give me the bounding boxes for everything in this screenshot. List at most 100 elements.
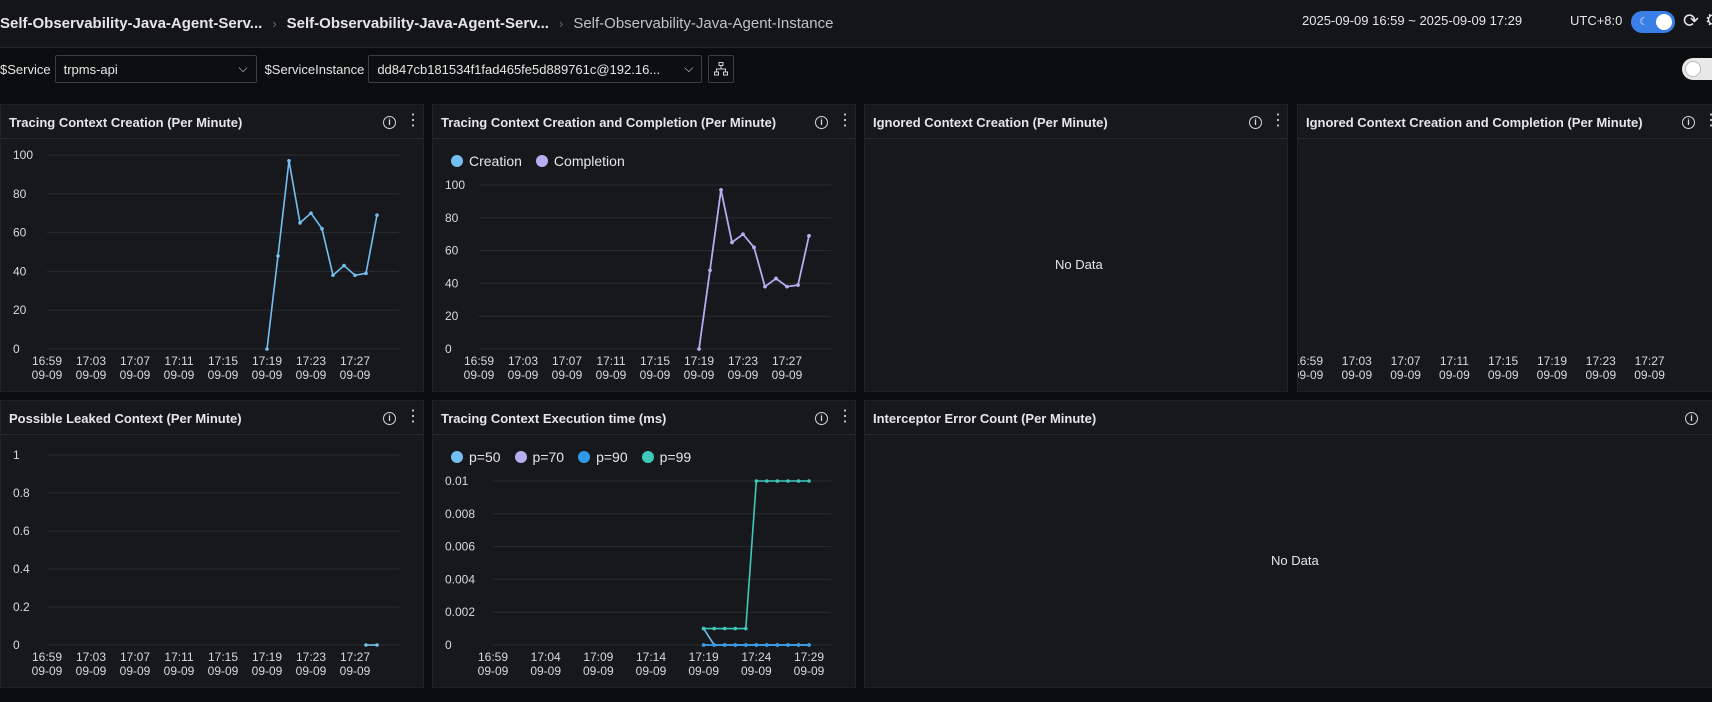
panel-title: Ignored Context Creation and Completion … (1306, 115, 1643, 130)
refresh-icon[interactable]: ⟳ (1683, 10, 1699, 33)
breadcrumb: Self-Observability-Java-Agent-Serv... › … (0, 15, 833, 32)
panel-possible-leaked-context: Possible Leaked Context (Per Minute) i ⋮… (0, 400, 424, 688)
y-tick-label: 0.4 (13, 562, 30, 576)
x-tick-date: 09-09 (1488, 368, 1519, 382)
data-point (342, 263, 346, 268)
info-icon[interactable]: i (383, 412, 396, 425)
panel-header: Tracing Context Execution time (ms) i ⋮ (433, 401, 855, 435)
info-icon[interactable]: i (815, 116, 828, 129)
chevron-down-icon: ⌵ (684, 61, 694, 75)
y-tick-label: 0.006 (445, 540, 475, 554)
hierarchy-button[interactable] (708, 55, 735, 83)
service-select[interactable]: trpms-api ⌵ (54, 55, 257, 83)
y-tick-label: 0.002 (445, 605, 475, 619)
info-icon[interactable]: i (1249, 116, 1262, 129)
instance-select[interactable]: dd847cb181534f1fad465fe5d889761c@192.16.… (368, 55, 703, 83)
x-tick-label: 17:15 (208, 354, 238, 368)
chart-p6: 00.0020.0040.0060.0080.0116:5909-0917:04… (445, 474, 831, 678)
kebab-menu-icon[interactable]: ⋮ (837, 409, 853, 425)
x-tick-date: 09-09 (640, 368, 671, 382)
info-icon[interactable]: i (1682, 116, 1695, 129)
breadcrumb-item-2[interactable]: Self-Observability-Java-Agent-Serv... (287, 15, 549, 32)
y-tick-label: 0.004 (445, 572, 475, 586)
kebab-menu-icon[interactable]: ⋮ (405, 113, 421, 129)
x-tick-label: 16:59 (32, 650, 62, 664)
data-point (375, 643, 379, 647)
data-point (722, 643, 727, 647)
x-tick-date: 09-09 (32, 368, 63, 382)
x-tick-date: 09-09 (478, 664, 509, 678)
moon-icon: ☾ (1639, 16, 1649, 28)
data-point (775, 479, 780, 483)
timezone-label[interactable]: UTC+8:0 (1570, 13, 1622, 28)
y-tick-label: 0 (445, 638, 452, 652)
panel-header: Tracing Context Creation and Completion … (433, 105, 855, 139)
kebab-menu-icon[interactable]: ⋮ (837, 113, 853, 129)
service-select-value: trpms-api (63, 62, 118, 77)
data-point (775, 643, 780, 647)
panel-header: Ignored Context Creation and Completion … (1298, 105, 1712, 139)
x-tick-date: 09-09 (728, 368, 759, 382)
x-tick-date: 09-09 (208, 664, 239, 678)
data-point (741, 232, 745, 236)
data-point (730, 240, 734, 245)
x-tick-date: 09-09 (340, 368, 371, 382)
x-tick-label: 17:23 (296, 650, 326, 664)
x-tick-date: 09-09 (164, 368, 195, 382)
panel-ignored-context-creation: Ignored Context Creation (Per Minute) i … (864, 104, 1288, 392)
kebab-menu-icon[interactable]: ⋮ (405, 409, 421, 425)
info-icon[interactable]: i (1685, 412, 1698, 425)
settings-icon[interactable]: ⚙ (1705, 10, 1712, 31)
chevron-down-icon: ⌵ (238, 61, 248, 75)
breadcrumb-item-1[interactable]: Self-Observability-Java-Agent-Serv... (0, 15, 262, 32)
data-point (752, 245, 756, 250)
x-tick-date: 09-09 (76, 664, 107, 678)
x-tick-label: 17:23 (728, 354, 758, 368)
y-tick-label: 0 (13, 342, 20, 356)
kebab-menu-icon[interactable]: ⋮ (1270, 113, 1286, 129)
x-tick-date: 09-09 (688, 664, 719, 678)
y-tick-label: 0.2 (13, 600, 30, 614)
chart-p2: 02040608010016:5909-0917:0309-0917:0709-… (445, 178, 831, 382)
data-point (744, 643, 748, 647)
data-point (298, 221, 302, 225)
data-point (733, 626, 738, 631)
variable-bar: $Service trpms-api ⌵ $ServiceInstance dd… (0, 52, 1712, 86)
x-tick-label: 17:11 (164, 650, 193, 664)
chevron-right-icon: › (558, 16, 564, 31)
x-tick-label: 16:59 (478, 650, 508, 664)
panel-creation-and-completion: Tracing Context Creation and Completion … (432, 104, 856, 392)
x-tick-label: 17:07 (552, 354, 582, 368)
y-tick-label: 0.01 (445, 474, 469, 488)
info-icon[interactable]: i (815, 412, 828, 425)
data-point (353, 273, 357, 278)
data-point (796, 479, 801, 483)
x-tick-label: 17:24 (741, 650, 771, 664)
x-tick-label: 17:15 (640, 354, 670, 368)
data-point (712, 626, 716, 631)
x-tick-date: 09-09 (1390, 368, 1421, 382)
panel-header: Interceptor Error Count (Per Minute) i (865, 401, 1712, 435)
x-tick-label: 16:59 (1298, 354, 1323, 368)
x-tick-label: 17:27 (340, 354, 370, 368)
data-point (309, 211, 313, 215)
variable-toggle[interactable] (1682, 58, 1712, 80)
data-point (754, 479, 759, 483)
data-point (796, 643, 801, 647)
chart-p5: 00.20.40.60.8116:5909-0917:0309-0917:070… (13, 448, 399, 678)
time-range-picker[interactable]: 2025-09-09 16:59 ~ 2025-09-09 17:29 (1302, 13, 1522, 28)
x-tick-label: 17:27 (340, 650, 370, 664)
theme-toggle[interactable]: ☾ (1631, 11, 1675, 33)
info-icon[interactable]: i (383, 116, 396, 129)
x-tick-label: 17:19 (252, 354, 282, 368)
x-tick-label: 17:19 (1537, 354, 1567, 368)
x-tick-date: 09-09 (741, 664, 772, 678)
series-line (266, 160, 378, 350)
panel-title: Tracing Context Creation and Completion … (441, 115, 777, 130)
y-tick-label: 60 (13, 226, 27, 240)
kebab-menu-icon[interactable]: ⋮ (1703, 113, 1712, 129)
data-point (364, 271, 368, 276)
x-tick-date: 09-09 (583, 664, 614, 678)
x-tick-label: 17:03 (76, 650, 106, 664)
top-bar: Self-Observability-Java-Agent-Serv... › … (0, 0, 1712, 48)
